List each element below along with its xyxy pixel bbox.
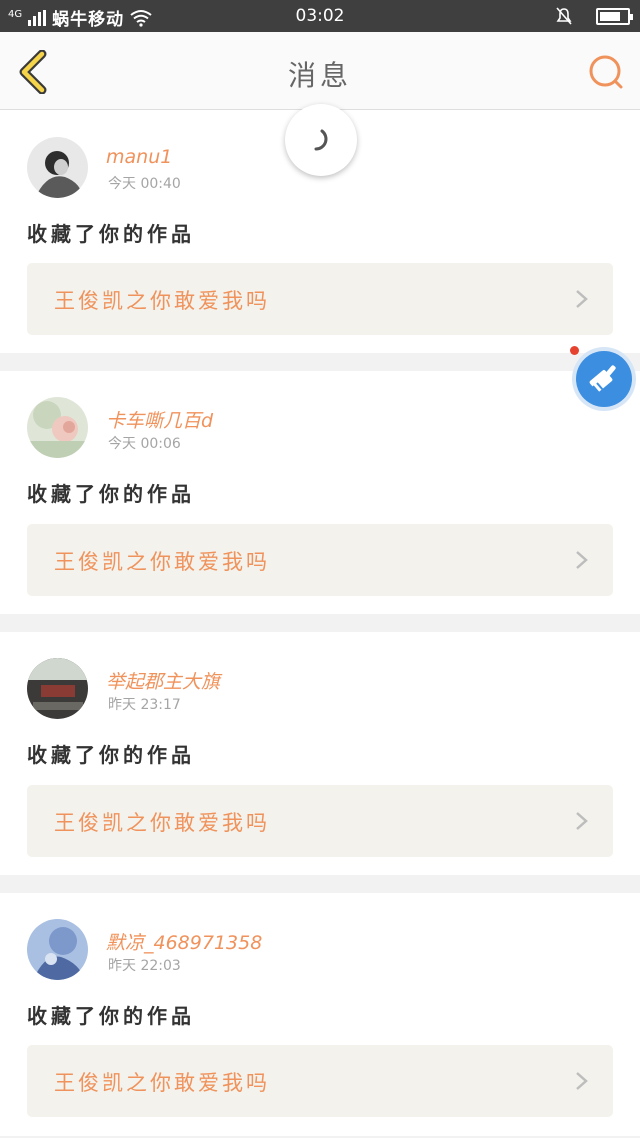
timestamp: 今天 00:40 [108, 176, 181, 192]
chevron-right-icon [576, 812, 588, 830]
notification-dot [570, 346, 579, 355]
work-title: 王俊凯之你敢爱我吗 [54, 550, 270, 574]
username[interactable]: manu1 [106, 146, 172, 168]
avatar[interactable] [27, 137, 88, 198]
avatar[interactable] [27, 919, 88, 980]
message-card: 默凉_468971358 昨天 22:03 收藏了你的作品 王俊凯之你敢爱我吗 [0, 893, 640, 1136]
work-link[interactable]: 王俊凯之你敢爱我吗 [27, 1045, 613, 1117]
username[interactable]: 举起郡主大旗 [106, 667, 220, 694]
timestamp: 今天 00:06 [108, 436, 181, 452]
clock: 03:02 [295, 6, 345, 26]
broom-icon[interactable] [571, 346, 637, 412]
battery-icon [596, 7, 633, 25]
action-text: 收藏了你的作品 [27, 743, 195, 767]
message-card: 卡车嘶几百d 今天 00:06 收藏了你的作品 王俊凯之你敢爱我吗 [0, 371, 640, 614]
avatar[interactable] [27, 397, 88, 458]
timestamp: 昨天 23:17 [108, 697, 181, 713]
message-card: 举起郡主大旗 昨天 23:17 收藏了你的作品 王俊凯之你敢爱我吗 [0, 632, 640, 875]
work-title: 王俊凯之你敢爱我吗 [54, 289, 270, 313]
work-title: 王俊凯之你敢爱我吗 [54, 1071, 270, 1095]
timestamp: 昨天 22:03 [108, 958, 181, 974]
work-link[interactable]: 王俊凯之你敢爱我吗 [27, 785, 613, 857]
action-text: 收藏了你的作品 [27, 482, 195, 506]
avatar[interactable] [27, 658, 88, 719]
work-link[interactable]: 王俊凯之你敢爱我吗 [27, 263, 613, 335]
chevron-right-icon [576, 290, 588, 308]
page-title: 消息 [287, 59, 352, 92]
username[interactable]: 卡车嘶几百d [106, 406, 213, 433]
chevron-right-icon [576, 551, 588, 569]
action-text: 收藏了你的作品 [27, 222, 195, 246]
username[interactable]: 默凉_468971358 [106, 928, 262, 955]
work-link[interactable]: 王俊凯之你敢爱我吗 [27, 524, 613, 596]
loading-indicator [285, 104, 357, 176]
spinner-icon [314, 129, 328, 151]
action-text: 收藏了你的作品 [27, 1004, 195, 1028]
work-title: 王俊凯之你敢爱我吗 [54, 811, 270, 835]
status-bar: 4G 蜗牛移动 03:02 [0, 0, 640, 32]
nav-header: 消息 [0, 32, 640, 110]
bell-muted-icon [556, 7, 572, 25]
chevron-right-icon [576, 1072, 588, 1090]
search-icon[interactable] [586, 52, 626, 92]
